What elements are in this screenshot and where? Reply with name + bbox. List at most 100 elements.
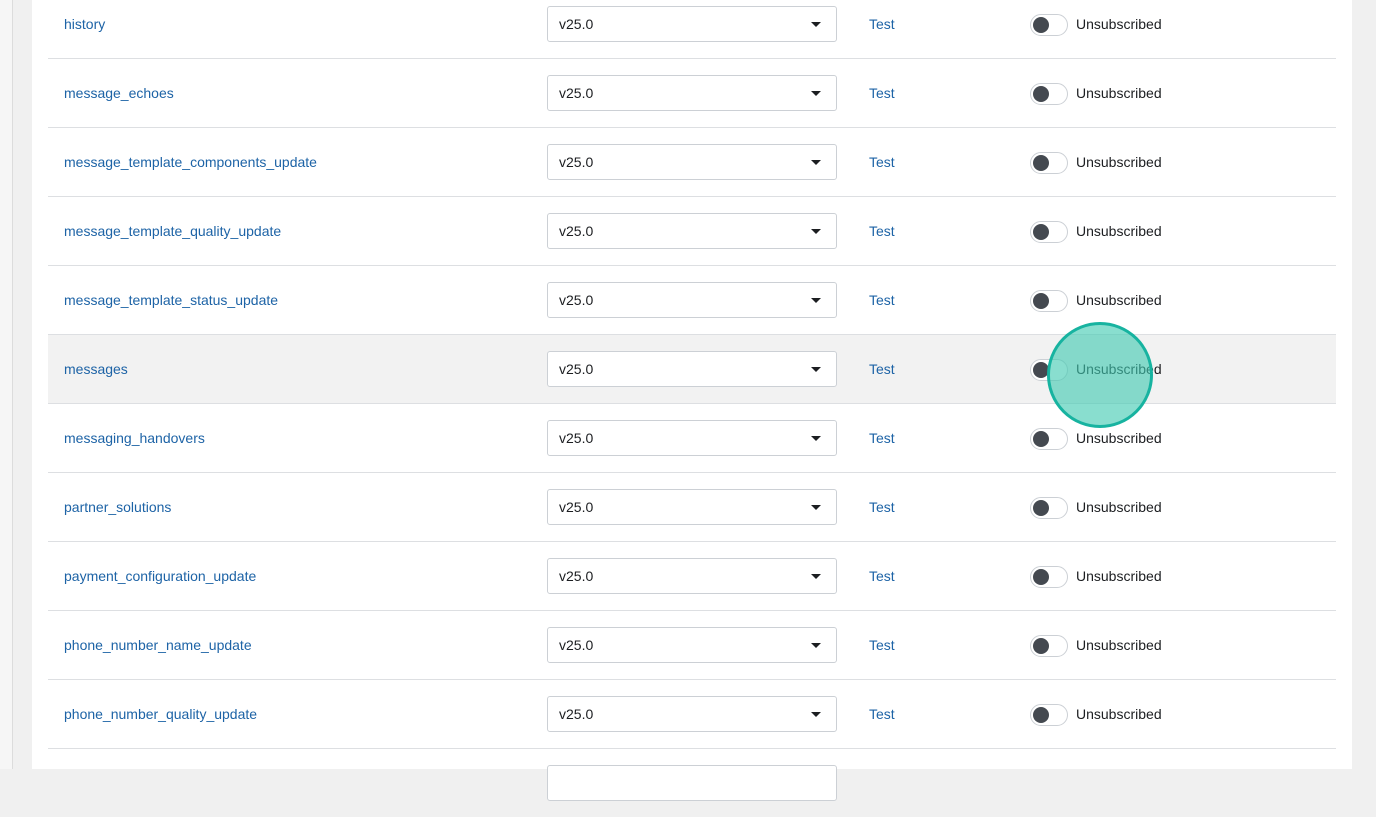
version-value: v25.0 <box>559 706 594 722</box>
subscribe-toggle[interactable] <box>1030 635 1068 657</box>
test-link[interactable]: Test <box>869 197 895 265</box>
caret-down-icon <box>811 160 821 165</box>
table-row <box>48 749 1336 817</box>
version-select[interactable]: v25.0 <box>547 558 837 594</box>
test-link[interactable]: Test <box>869 473 895 541</box>
subscription-status: Unsubscribed <box>1076 499 1162 515</box>
toggle-switch-icon <box>1033 17 1049 33</box>
subscribe-toggle[interactable] <box>1030 704 1068 726</box>
version-value: v25.0 <box>559 637 594 653</box>
table-row: history v25.0 Test Unsubscribed <box>48 0 1336 59</box>
version-value: v25.0 <box>559 568 594 584</box>
subscribe-toggle[interactable] <box>1030 428 1068 450</box>
version-value: v25.0 <box>559 430 594 446</box>
toggle-switch-icon <box>1033 638 1049 654</box>
toggle-switch-icon <box>1033 431 1049 447</box>
subscribe-toggle[interactable] <box>1030 14 1068 36</box>
table-row: phone_number_quality_update v25.0 Test Unsu… <box>48 680 1336 749</box>
subscription-status: Unsubscribed <box>1076 223 1162 239</box>
table-row: message_template_status_update v25.0 Test U… <box>48 266 1336 335</box>
toggle-switch-icon <box>1033 362 1049 378</box>
field-name-link[interactable]: message_template_components_update <box>64 128 317 196</box>
toggle-switch-icon <box>1033 293 1049 309</box>
subscribe-toggle[interactable] <box>1030 290 1068 312</box>
subscription-status: Unsubscribed <box>1076 85 1162 101</box>
test-link[interactable]: Test <box>869 680 895 748</box>
version-select[interactable]: v25.0 <box>547 282 837 318</box>
test-link[interactable]: Test <box>869 266 895 334</box>
version-select[interactable]: v25.0 <box>547 213 837 249</box>
caret-down-icon <box>811 229 821 234</box>
version-select[interactable]: v25.0 <box>547 627 837 663</box>
subscription-status: Unsubscribed <box>1076 706 1162 722</box>
toggle-switch-icon <box>1033 707 1049 723</box>
version-value: v25.0 <box>559 499 594 515</box>
table-row: message_echoes v25.0 Test Unsubscribed <box>48 59 1336 128</box>
toggle-switch-icon <box>1033 86 1049 102</box>
table-row: messaging_handovers v25.0 Test Unsubscribed <box>48 404 1336 473</box>
subscription-status: Unsubscribed <box>1076 361 1162 377</box>
caret-down-icon <box>811 91 821 96</box>
toggle-switch-icon <box>1033 500 1049 516</box>
version-value: v25.0 <box>559 154 594 170</box>
field-name-link[interactable]: message_template_status_update <box>64 266 278 334</box>
toggle-switch-icon <box>1033 155 1049 171</box>
version-select[interactable]: v25.0 <box>547 351 837 387</box>
field-name-link[interactable]: phone_number_name_update <box>64 611 252 679</box>
field-name-link[interactable]: history <box>64 0 105 58</box>
field-name-link[interactable]: messaging_handovers <box>64 404 205 472</box>
table-row: partner_solutions v25.0 Test Unsubscribed <box>48 473 1336 542</box>
subscription-status: Unsubscribed <box>1076 637 1162 653</box>
webhook-fields-table: history v25.0 Test Unsubscribed message_echo… <box>48 0 1336 817</box>
version-select[interactable]: v25.0 <box>547 696 837 732</box>
field-name-link[interactable]: message_echoes <box>64 59 174 127</box>
test-link[interactable]: Test <box>869 0 895 58</box>
caret-down-icon <box>811 22 821 27</box>
version-select[interactable]: v25.0 <box>547 489 837 525</box>
test-link[interactable]: Test <box>869 59 895 127</box>
caret-down-icon <box>811 436 821 441</box>
version-value: v25.0 <box>559 16 594 32</box>
toggle-switch-icon <box>1033 569 1049 585</box>
subscribe-toggle[interactable] <box>1030 566 1068 588</box>
test-link[interactable]: Test <box>869 542 895 610</box>
test-link[interactable]: Test <box>869 128 895 196</box>
version-select[interactable]: v25.0 <box>547 75 837 111</box>
table-row: message_template_components_update v25.0 T… <box>48 128 1336 197</box>
subscribe-toggle[interactable] <box>1030 221 1068 243</box>
subscription-status: Unsubscribed <box>1076 154 1162 170</box>
webhook-fields-panel: history v25.0 Test Unsubscribed message_echo… <box>32 0 1352 801</box>
version-select[interactable]: v25.0 <box>547 144 837 180</box>
left-rail <box>0 0 13 769</box>
caret-down-icon <box>811 712 821 717</box>
field-name-link[interactable]: payment_configuration_update <box>64 542 256 610</box>
test-link[interactable]: Test <box>869 611 895 679</box>
subscription-status: Unsubscribed <box>1076 430 1162 446</box>
subscribe-toggle[interactable] <box>1030 152 1068 174</box>
toggle-switch-icon <box>1033 224 1049 240</box>
subscribe-toggle[interactable] <box>1030 497 1068 519</box>
field-name-link[interactable]: phone_number_quality_update <box>64 680 257 748</box>
field-name-link[interactable]: messages <box>64 335 128 403</box>
version-value: v25.0 <box>559 292 594 308</box>
version-select[interactable]: v25.0 <box>547 6 837 42</box>
table-row: payment_configuration_update v25.0 Test Uns… <box>48 542 1336 611</box>
caret-down-icon <box>811 643 821 648</box>
subscription-status: Unsubscribed <box>1076 292 1162 308</box>
caret-down-icon <box>811 298 821 303</box>
subscribe-toggle[interactable] <box>1030 83 1068 105</box>
test-link[interactable]: Test <box>869 404 895 472</box>
version-value: v25.0 <box>559 85 594 101</box>
test-link[interactable]: Test <box>869 335 895 403</box>
caret-down-icon <box>811 505 821 510</box>
field-name-link[interactable]: message_template_quality_update <box>64 197 281 265</box>
version-select[interactable]: v25.0 <box>547 420 837 456</box>
subscribe-toggle[interactable] <box>1030 359 1068 381</box>
version-select[interactable] <box>547 765 837 801</box>
field-name-link[interactable]: partner_solutions <box>64 473 171 541</box>
subscription-status: Unsubscribed <box>1076 16 1162 32</box>
table-row: phone_number_name_update v25.0 Test Unsubsc… <box>48 611 1336 680</box>
table-row: message_template_quality_update v25.0 Test… <box>48 197 1336 266</box>
version-value: v25.0 <box>559 223 594 239</box>
version-value: v25.0 <box>559 361 594 377</box>
